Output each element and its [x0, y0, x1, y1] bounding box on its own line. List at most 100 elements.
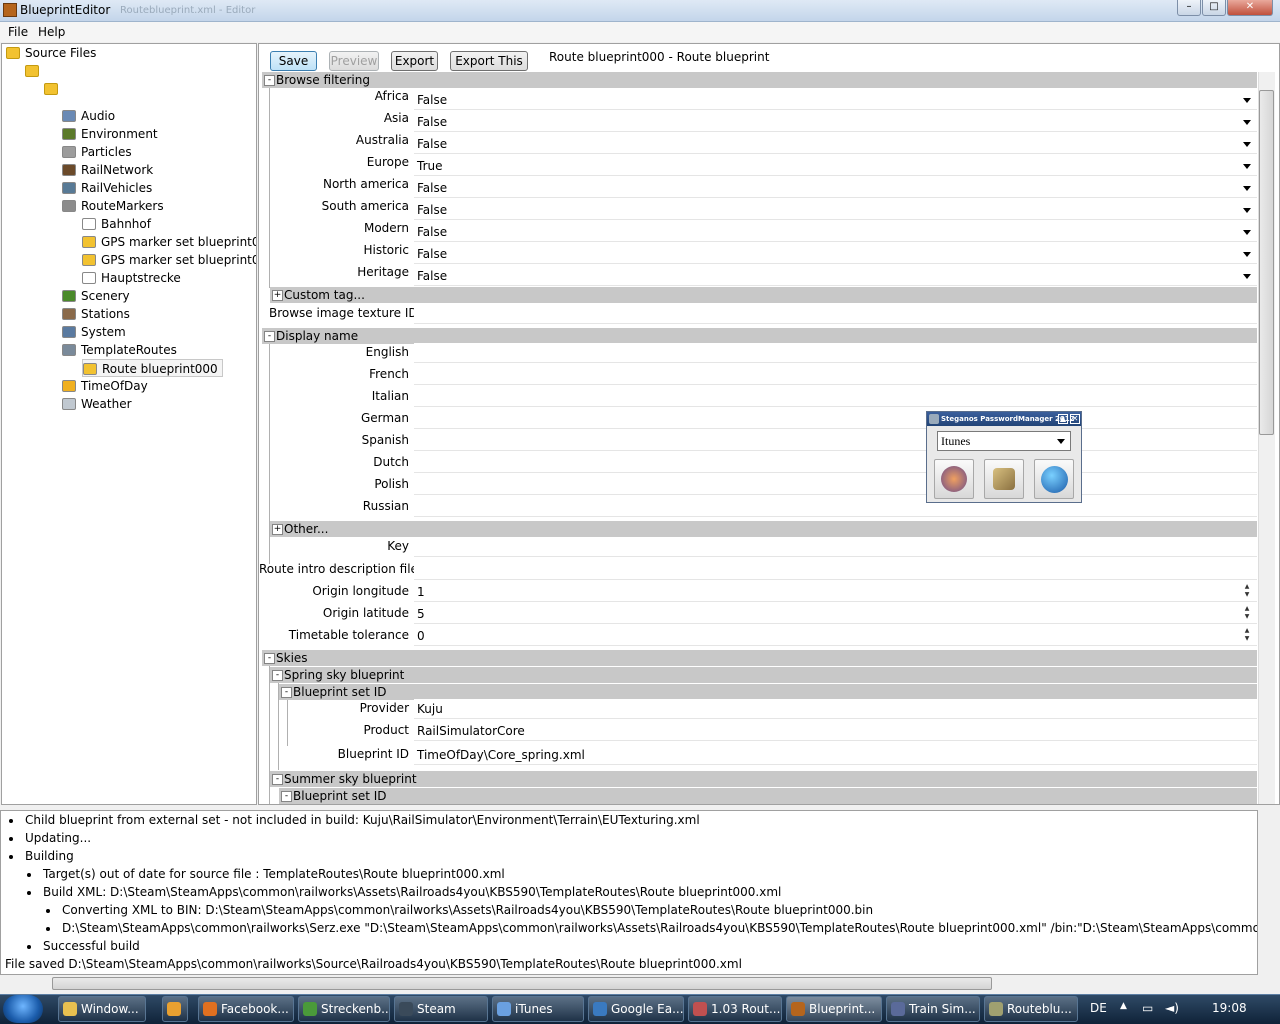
blueprint-set-id-header[interactable]: - Blueprint set ID [279, 788, 1257, 804]
taskbar-item-google-ea[interactable]: Google Ea... [588, 996, 684, 1022]
export-button[interactable]: Export [391, 51, 438, 71]
tree-item-particles[interactable]: Particles [62, 143, 132, 161]
origin-longitude-field[interactable]: 1 ▲ ▼ [414, 582, 1257, 602]
tree-item-system[interactable]: System [62, 323, 126, 341]
filter-select-asia[interactable]: False [414, 112, 1257, 132]
taskbar-item-train-sim[interactable]: Train Sim... [886, 996, 980, 1022]
spin-arrows-icon[interactable]: ▲ ▼ [1241, 605, 1253, 623]
collapse-icon[interactable]: - [281, 687, 292, 698]
filter-select-africa[interactable]: False [414, 90, 1257, 110]
provider-field[interactable]: Kuju [414, 699, 1257, 719]
collapse-icon[interactable]: - [264, 75, 275, 86]
vertical-scroll-thumb[interactable] [1259, 90, 1274, 435]
tree-item-gps-marker-set-blueprint000[interactable]: GPS marker set blueprint000 [82, 233, 256, 251]
taskbar-item-media[interactable] [162, 996, 188, 1022]
pin-icon[interactable]: ▲ [1058, 414, 1068, 424]
display-name-field-polish[interactable] [414, 475, 1257, 495]
tree-item-audio[interactable]: Audio [62, 107, 115, 125]
taskbar-item-itunes[interactable]: iTunes [492, 996, 584, 1022]
display-name-field-german[interactable] [414, 409, 1257, 429]
save-button[interactable]: Save [270, 51, 317, 71]
preview-button[interactable]: Preview [329, 51, 379, 71]
tree-folder[interactable] [44, 80, 63, 98]
taskbar-item-routeblu[interactable]: Routeblu... [984, 996, 1078, 1022]
custom-tag-header[interactable]: + Custom tag... [270, 287, 1257, 303]
start-button[interactable] [3, 995, 43, 1023]
filter-select-heritage[interactable]: False [414, 266, 1257, 286]
other-header[interactable]: + Other... [270, 521, 1257, 537]
tree-root[interactable]: Source Files [6, 44, 96, 62]
expand-icon[interactable]: + [272, 524, 283, 535]
tree-item-bahnhof[interactable]: Bahnhof [82, 215, 151, 233]
menu-help[interactable]: Help [38, 25, 65, 39]
tree-item-route-blueprint000[interactable]: Route blueprint000 [82, 359, 223, 377]
product-field[interactable]: RailSimulatorCore [414, 721, 1257, 741]
tree-item-hauptstrecke[interactable]: Hauptstrecke [82, 269, 181, 287]
display-name-field-spanish[interactable] [414, 431, 1257, 451]
collapse-icon[interactable]: - [272, 670, 283, 681]
taskbar-item-blueprint[interactable]: Blueprint... [786, 996, 882, 1022]
spin-arrows-icon[interactable]: ▲ ▼ [1241, 583, 1253, 601]
spring-sky-header[interactable]: - Spring sky blueprint [270, 667, 1257, 683]
collapse-icon[interactable]: - [264, 331, 275, 342]
clock[interactable]: 19:08 [1212, 1001, 1247, 1015]
tree-item-railvehicles[interactable]: RailVehicles [62, 179, 152, 197]
blueprint-id-field[interactable]: TimeOfDay\Core_spring.xml [414, 745, 1257, 765]
user-transfer-icon[interactable] [934, 459, 974, 499]
tree-item-templateroutes[interactable]: TemplateRoutes [62, 341, 177, 359]
blueprint-set-id-header[interactable]: - Blueprint set ID [279, 684, 1257, 700]
origin-latitude-field[interactable]: 5 ▲ ▼ [414, 604, 1257, 624]
filter-select-historic[interactable]: False [414, 244, 1257, 264]
tree-item-environment[interactable]: Environment [62, 125, 158, 143]
spin-arrows-icon[interactable]: ▲ ▼ [1241, 627, 1253, 645]
tree-item-stations[interactable]: Stations [62, 305, 130, 323]
taskbar-item-facebook[interactable]: Facebook... [198, 996, 294, 1022]
globe-icon[interactable] [1034, 459, 1074, 499]
tree-item-timeofday[interactable]: TimeOfDay [62, 377, 148, 395]
menu-file[interactable]: File [8, 25, 28, 39]
maximize-button[interactable]: □ [1202, 0, 1226, 16]
display-name-field-french[interactable] [414, 365, 1257, 385]
tray-expand-icon[interactable]: ▲ [1120, 1001, 1127, 1011]
display-name-field-italian[interactable] [414, 387, 1257, 407]
network-icon[interactable]: ▭ [1142, 1001, 1153, 1015]
skies-header[interactable]: - Skies [262, 650, 1257, 666]
filter-select-europe[interactable]: True [414, 156, 1257, 176]
volume-icon[interactable]: ◄) [1165, 1001, 1179, 1015]
tree-item-gps-marker-set-blueprint001[interactable]: GPS marker set blueprint001 [82, 251, 256, 269]
collapse-icon[interactable]: - [281, 791, 292, 802]
display-name-header[interactable]: - Display name [262, 328, 1257, 344]
tree-item-railnetwork[interactable]: RailNetwork [62, 161, 153, 179]
intro-filename-field[interactable] [414, 560, 1257, 580]
filter-select-australia[interactable]: False [414, 134, 1257, 154]
collapse-icon[interactable]: - [272, 774, 283, 785]
timetable-tolerance-field[interactable]: 0 ▲ ▼ [414, 626, 1257, 646]
display-name-field-russian[interactable] [414, 497, 1257, 517]
display-name-field-dutch[interactable] [414, 453, 1257, 473]
browse-filtering-header[interactable]: - Browse filtering [262, 72, 1257, 88]
tree-item-routemarkers[interactable]: RouteMarkers [62, 197, 164, 215]
display-name-field-english[interactable] [414, 343, 1257, 363]
log-vertical-scrollbar[interactable] [1258, 810, 1275, 975]
tree-folder[interactable] [25, 62, 44, 80]
tree-item-weather[interactable]: Weather [62, 395, 132, 413]
key-field[interactable] [414, 537, 1257, 557]
expand-icon[interactable]: + [272, 290, 283, 301]
minimize-button[interactable]: – [1177, 0, 1201, 16]
account-select[interactable]: Itunes [937, 431, 1071, 451]
tree-item-scenery[interactable]: Scenery [62, 287, 130, 305]
language-indicator[interactable]: DE [1090, 1001, 1107, 1015]
filter-select-south-america[interactable]: False [414, 200, 1257, 220]
collapse-icon[interactable]: - [264, 653, 275, 664]
taskbar-item-streckenb[interactable]: Streckenb... [298, 996, 390, 1022]
export-this-button[interactable]: Export This [450, 51, 528, 71]
close-button[interactable]: ✕ [1227, 0, 1273, 16]
filter-select-modern[interactable]: False [414, 222, 1257, 242]
taskbar-item-1-03-rout[interactable]: 1.03 Rout... [688, 996, 782, 1022]
filter-select-north-america[interactable]: False [414, 178, 1257, 198]
browse-image-field[interactable] [414, 304, 1257, 324]
keys-icon[interactable] [984, 459, 1024, 499]
close-icon[interactable]: ✕ [1070, 414, 1080, 424]
taskbar-item-window[interactable]: Window... [58, 996, 146, 1022]
taskbar-item-steam[interactable]: Steam [394, 996, 488, 1022]
